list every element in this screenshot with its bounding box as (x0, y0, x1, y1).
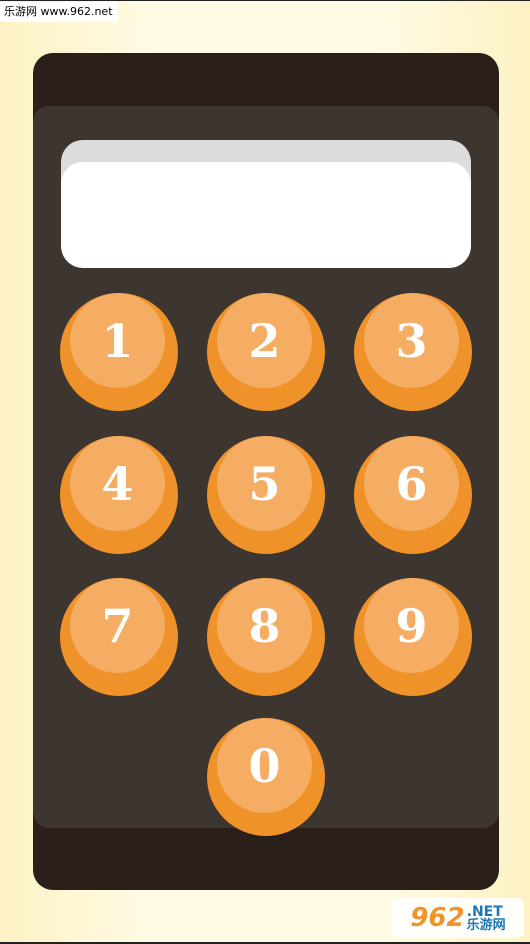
brand-logo-cn: 乐游网 (466, 917, 506, 933)
top-border (0, 0, 530, 1)
key-5-label: 5 (248, 456, 281, 511)
key-8[interactable]: 8 (207, 578, 325, 696)
key-3[interactable]: 3 (354, 293, 472, 411)
key-9[interactable]: 9 (354, 578, 472, 696)
brand-logo-text: .NET 乐游网 (467, 905, 506, 932)
site-watermark-label: 乐游网 www.962.net (4, 5, 113, 18)
display-screen (61, 140, 471, 268)
key-1[interactable]: 1 (60, 293, 178, 411)
key-0-label: 0 (248, 738, 281, 793)
key-6[interactable]: 6 (354, 436, 472, 554)
key-8-label: 8 (248, 598, 281, 653)
key-2-label: 2 (248, 313, 281, 368)
key-4-label: 4 (101, 456, 134, 511)
key-2[interactable]: 2 (207, 293, 325, 411)
brand-logo-number: 962 (410, 903, 465, 933)
key-9-label: 9 (395, 598, 428, 653)
key-6-label: 6 (395, 456, 428, 511)
key-7[interactable]: 7 (60, 578, 178, 696)
brand-logo-net: .NET (466, 903, 503, 920)
calculator-device: 1 2 3 4 5 6 7 8 9 0 (33, 53, 499, 890)
site-watermark: 乐游网 www.962.net (0, 2, 117, 22)
brand-logo: 962 .NET 乐游网 (392, 898, 524, 938)
display-value (61, 162, 471, 268)
key-4[interactable]: 4 (60, 436, 178, 554)
key-7-label: 7 (101, 598, 134, 653)
key-1-label: 1 (101, 313, 134, 368)
key-3-label: 3 (395, 313, 428, 368)
key-5[interactable]: 5 (207, 436, 325, 554)
key-0[interactable]: 0 (207, 718, 325, 836)
